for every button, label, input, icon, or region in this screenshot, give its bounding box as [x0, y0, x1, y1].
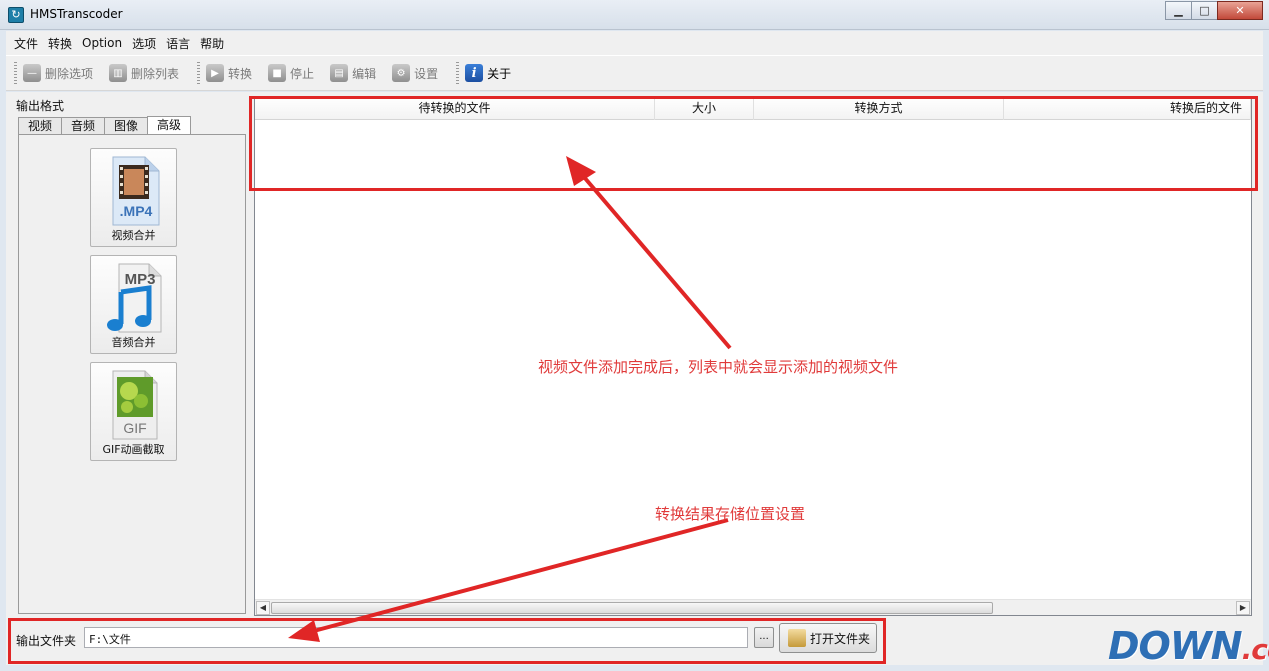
menu-language[interactable]: 语言	[166, 35, 190, 52]
convert-label: 转换	[228, 66, 253, 81]
video-merge-label: 视频合并	[111, 229, 156, 242]
audio-merge-button[interactable]: MP3 音频合并	[90, 255, 177, 354]
gif-capture-button[interactable]: GIF GIF动画截取	[90, 362, 177, 461]
minus-icon: —	[23, 64, 41, 82]
close-button[interactable]: ✕	[1217, 1, 1263, 20]
list-header: 待转换的文件 大小 转换方式 转换后的文件	[255, 97, 1251, 120]
menu-options[interactable]: 选项	[132, 35, 156, 52]
minimize-button[interactable]: ▁	[1165, 1, 1192, 20]
tab-audio[interactable]: 音频	[61, 117, 106, 135]
delete-option-button[interactable]: — 删除选项	[23, 64, 93, 82]
window-title: HMSTranscoder	[30, 7, 123, 21]
list-annotation-text: 视频文件添加完成后，列表中就会显示添加的视频文件	[538, 358, 899, 376]
output-format-label: 输出格式	[16, 99, 65, 113]
scrollbar-thumb[interactable]	[271, 602, 993, 614]
delete-list-label: 删除列表	[131, 66, 180, 81]
down-cc-watermark: DOWN.cc	[1108, 624, 1269, 668]
output-annotation-text: 转换结果存储位置设置	[655, 505, 806, 523]
column-source-file[interactable]: 待转换的文件	[255, 97, 655, 120]
watermark-main: DOWN	[1108, 624, 1243, 668]
delete-option-label: 删除选项	[45, 66, 94, 81]
app-icon: ↻	[8, 7, 24, 23]
menu-help[interactable]: 帮助	[200, 35, 224, 52]
stop-label: 停止	[290, 66, 315, 81]
column-convert-mode[interactable]: 转换方式	[754, 97, 1004, 120]
scroll-left-arrow[interactable]: ◀	[256, 601, 270, 615]
settings-button[interactable]: ⚙ 设置	[392, 64, 438, 82]
menu-file[interactable]: 文件	[14, 35, 38, 52]
tab-video[interactable]: 视频	[18, 117, 63, 135]
output-folder-input[interactable]: F:\文件	[84, 627, 748, 648]
gif-capture-label: GIF动画截取	[102, 443, 165, 456]
column-size[interactable]: 大小	[655, 97, 754, 120]
window-controls: ▁ □ ✕	[1165, 1, 1263, 20]
mp4-thumb-text: .MP4	[120, 203, 153, 219]
main-area: 输出格式 视频 音频 图像 高级 .MP4 视频合并 MP3 音频合并 GIF …	[6, 92, 1263, 665]
output-folder-label: 输出文件夹	[16, 634, 77, 648]
film-edit-icon: ▤	[330, 64, 349, 82]
menu-option[interactable]: Option	[82, 36, 122, 50]
toolbar-grip[interactable]	[197, 62, 201, 84]
tab-image[interactable]: 图像	[104, 117, 149, 135]
tab-advanced[interactable]: 高级	[147, 116, 192, 135]
gear-icon: ⚙	[392, 64, 411, 82]
mp3-file-icon: MP3	[107, 263, 162, 333]
menu-bar: 文件 转换 Option 选项 语言 帮助	[6, 31, 1263, 55]
edit-label: 编辑	[352, 66, 377, 81]
about-button[interactable]: i 关于	[465, 64, 511, 82]
maximize-button[interactable]: □	[1191, 1, 1218, 20]
folder-icon	[788, 629, 806, 647]
gif-thumb-text: GIF	[123, 420, 146, 436]
edit-button[interactable]: ▤ 编辑	[330, 64, 376, 82]
audio-merge-label: 音频合并	[111, 336, 156, 349]
output-folder-row: 输出文件夹 F:\文件 ... 打开文件夹	[16, 623, 877, 654]
toolbar-grip[interactable]	[456, 62, 460, 84]
scroll-right-arrow[interactable]: ▶	[1236, 601, 1250, 615]
video-merge-button[interactable]: .MP4 视频合并	[90, 148, 177, 247]
play-icon: ▶	[206, 64, 225, 82]
open-folder-button[interactable]: 打开文件夹	[779, 623, 877, 653]
convert-button[interactable]: ▶ 转换	[206, 64, 252, 82]
mp4-file-icon: .MP4	[112, 156, 160, 226]
format-tabs: 视频 音频 图像 高级	[18, 116, 192, 135]
watermark-suffix: .cc	[1241, 633, 1269, 666]
open-folder-label: 打开文件夹	[810, 631, 871, 646]
title-bar: ↻ HMSTranscoder ▁ □ ✕	[0, 0, 1269, 30]
stop-icon: ■	[268, 64, 287, 82]
browse-button[interactable]: ...	[754, 627, 774, 648]
delete-list-button[interactable]: ▥ 删除列表	[109, 64, 179, 82]
info-icon: i	[465, 64, 484, 82]
about-label: 关于	[487, 66, 512, 81]
toolbar-grip[interactable]	[14, 62, 17, 84]
toolbar: — 删除选项 ▥ 删除列表 ▶ 转换 ■ 停止 ▤ 编辑 ⚙ 设置 i 关于	[6, 55, 1263, 91]
trash-icon: ▥	[109, 64, 128, 82]
gif-file-icon: GIF	[112, 370, 158, 440]
advanced-tab-panel: .MP4 视频合并 MP3 音频合并 GIF GIF动画截取	[18, 134, 246, 614]
horizontal-scrollbar[interactable]: ◀ ▶	[255, 599, 1251, 615]
settings-label: 设置	[414, 66, 439, 81]
column-output-file[interactable]: 转换后的文件	[1004, 97, 1251, 120]
menu-convert[interactable]: 转换	[48, 35, 72, 52]
stop-button[interactable]: ■ 停止	[268, 64, 314, 82]
